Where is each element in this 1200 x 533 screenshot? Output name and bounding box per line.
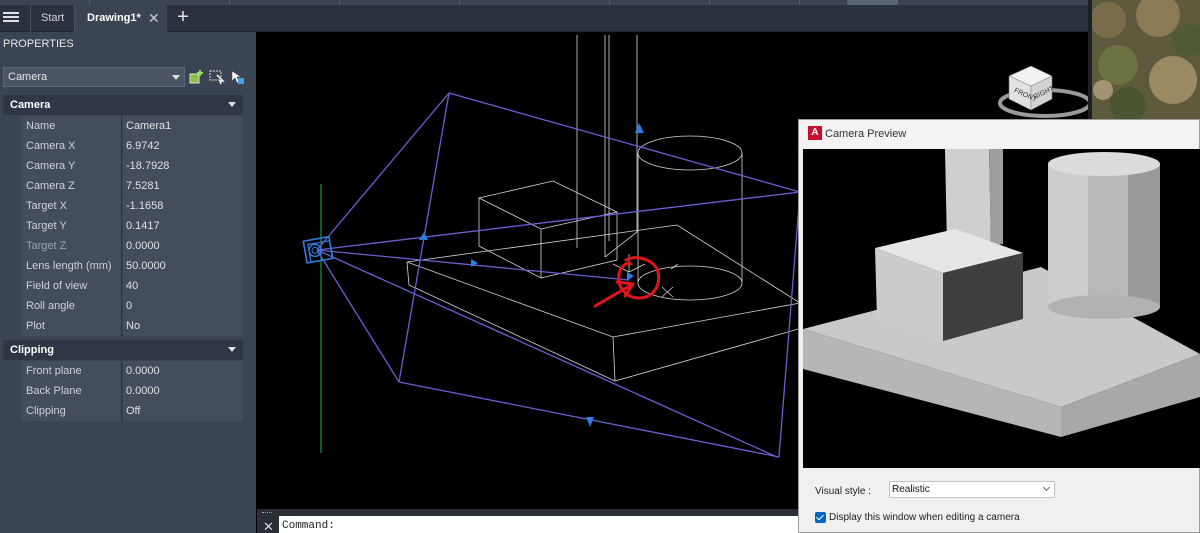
camera-frustum[interactable] (316, 92, 801, 458)
target-grip-icon[interactable] (627, 272, 634, 281)
object-type-select[interactable]: Camera (3, 67, 185, 87)
visual-style-select[interactable]: Realistic (889, 481, 1055, 498)
viewcube[interactable]: FRONT RIGHT (998, 65, 1088, 118)
section-header-camera[interactable]: Camera (3, 95, 243, 115)
grip-icon[interactable] (419, 232, 428, 240)
chevron-down-icon (172, 75, 180, 80)
prop-row-back-plane[interactable]: Back Plane 0.0000 (3, 381, 243, 401)
prop-label: Back Plane (21, 381, 122, 401)
column-wireframe[interactable] (576, 35, 638, 258)
prop-value[interactable]: Off (123, 401, 243, 421)
prop-label: Camera Z (21, 176, 122, 196)
prop-row-target-z[interactable]: Target Z 0.0000 (3, 236, 243, 256)
camera-preview-dialog: A Camera Preview Visual style : Realisti… (798, 119, 1200, 533)
section-header-clipping[interactable]: Clipping (3, 340, 243, 360)
grip-icon[interactable] (586, 417, 594, 427)
prop-row-roll-angle[interactable]: Roll angle 0 (3, 296, 243, 316)
close-icon[interactable]: ✕ (263, 519, 274, 533)
prop-value[interactable]: 7.5281 (123, 176, 243, 196)
prop-label: Front plane (21, 361, 122, 381)
prop-value[interactable]: -1.1658 (123, 196, 243, 216)
prop-label: Plot (21, 316, 122, 336)
box-wireframe[interactable] (477, 180, 619, 279)
prop-row-camera-x[interactable]: Camera X 6.9742 (3, 136, 243, 156)
section-title-camera: Camera (10, 99, 51, 111)
prop-label: Field of view (21, 276, 122, 296)
prop-label: Lens length (mm) (21, 256, 122, 276)
select-objects-icon[interactable] (209, 69, 225, 85)
chevron-down-icon (1042, 483, 1051, 492)
command-prompt: Command: (282, 520, 335, 532)
hamburger-menu-icon[interactable] (3, 10, 19, 26)
tab-drawing1-label: Drawing1* (87, 12, 141, 24)
prop-label: Name (21, 116, 122, 136)
section-title-clipping: Clipping (10, 344, 54, 356)
prop-row-name[interactable]: Name Camera1 (3, 116, 243, 136)
prop-value[interactable]: No (123, 316, 243, 336)
prop-value[interactable]: Camera1 (123, 116, 243, 136)
prop-value[interactable]: 40 (123, 276, 243, 296)
object-type-value: Camera (8, 71, 48, 83)
command-input[interactable]: Command: (279, 516, 800, 533)
prop-value[interactable]: 0.0000 (123, 236, 243, 256)
grip-icon[interactable] (635, 123, 644, 133)
base-plate-wireframe[interactable] (406, 224, 803, 382)
quick-select-icon[interactable] (229, 69, 245, 85)
dialog-title: Camera Preview (825, 128, 907, 140)
prop-value[interactable]: 0.1417 (123, 216, 243, 236)
prop-row-camera-y[interactable]: Camera Y -18.7928 (3, 156, 243, 176)
prop-row-target-y[interactable]: Target Y 0.1417 (3, 216, 243, 236)
display-window-checkbox[interactable] (815, 512, 826, 523)
close-tab-icon[interactable]: ✕ (148, 5, 162, 32)
prop-value[interactable]: -18.7928 (123, 156, 243, 176)
autocad-app-icon: A (808, 126, 822, 140)
properties-palette: PROPERTIES Camera Camera Name Camera1 Ca… (0, 32, 256, 533)
prop-label: Target Y (21, 216, 122, 236)
prop-value[interactable]: 0 (123, 296, 243, 316)
camera-preview-render (803, 149, 1200, 468)
prop-row-clipping[interactable]: Clipping Off (3, 401, 243, 421)
visual-style-value: Realistic (892, 484, 930, 495)
prop-row-lens-length[interactable]: Lens length (mm) 50.0000 (3, 256, 243, 276)
dialog-titlebar[interactable]: A Camera Preview (799, 120, 1199, 148)
prop-value[interactable]: 50.0000 (123, 256, 243, 276)
prop-value[interactable]: 0.0000 (123, 361, 243, 381)
visual-style-label: Visual style : (815, 486, 871, 497)
background-photo-image (1088, 0, 1200, 120)
prop-label: Clipping (21, 401, 122, 421)
prop-label: Roll angle (21, 296, 122, 316)
camera-glyph-icon[interactable] (302, 235, 334, 264)
grip-handle[interactable] (262, 512, 272, 514)
prop-value[interactable]: 0.0000 (123, 381, 243, 401)
prop-row-field-of-view[interactable]: Field of view 40 (3, 276, 243, 296)
prop-value[interactable]: 6.9742 (123, 136, 243, 156)
prop-row-target-x[interactable]: Target X -1.1658 (3, 196, 243, 216)
properties-title: PROPERTIES (3, 38, 74, 50)
prop-label: Camera Y (21, 156, 122, 176)
file-tab-bar: Start Drawing1* ✕ + (0, 5, 1088, 32)
display-window-checkbox-label[interactable]: Display this window when editing a camer… (829, 512, 1020, 523)
annotation-circle-arrow (593, 256, 661, 308)
prop-label: Target Z (21, 236, 122, 256)
toggle-pickadd-icon[interactable] (189, 69, 205, 85)
command-line-area: ✕ Command: (257, 509, 800, 533)
collapse-caret-icon[interactable] (228, 102, 236, 107)
window-divider (1088, 0, 1092, 120)
new-tab-plus-icon[interactable]: + (173, 5, 193, 32)
prop-label: Camera X (21, 136, 122, 156)
collapse-caret-icon[interactable] (228, 347, 236, 352)
tab-start[interactable]: Start (30, 5, 74, 32)
prop-row-front-plane[interactable]: Front plane 0.0000 (3, 361, 243, 381)
prop-row-camera-z[interactable]: Camera Z 7.5281 (3, 176, 243, 196)
prop-label: Target X (21, 196, 122, 216)
prop-row-plot[interactable]: Plot No (3, 316, 243, 336)
